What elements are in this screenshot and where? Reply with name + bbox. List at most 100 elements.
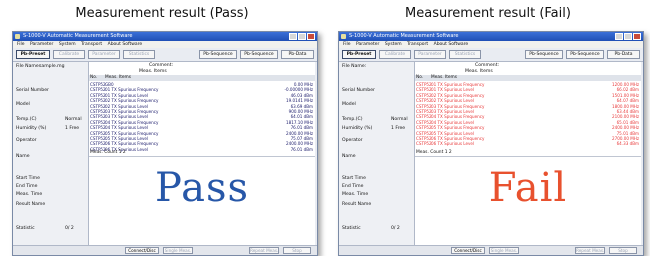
toolbar-button-sequence-2[interactable]: Pb-Sequence <box>566 50 604 59</box>
toolbar-button-sequence[interactable]: Pb-Sequence <box>199 50 237 59</box>
end-time-label: End Time <box>16 184 38 189</box>
maximize-button[interactable] <box>298 33 306 40</box>
statistic-value: 0/ 2 <box>391 226 400 231</box>
temp-label: Temp.(C) <box>16 117 37 122</box>
row-val: 76.01 dBm <box>290 146 313 152</box>
info-panel: File Name: sample.mg Serial Number Model… <box>13 62 89 246</box>
result-display: Fail <box>415 156 641 236</box>
toolbar-button-sequence-2[interactable]: Pb-Sequence <box>240 50 278 59</box>
maximize-button[interactable] <box>624 33 632 40</box>
comment-label: Comment: <box>149 63 174 68</box>
meas-items-label: Meas. Items <box>465 69 493 74</box>
results-panel: Comment: Meas. Items No. Meas. Items CST… <box>89 62 315 246</box>
connect-button[interactable]: Connect/Disc <box>125 247 159 254</box>
menu-file[interactable]: File <box>17 42 25 47</box>
close-button[interactable] <box>307 33 315 40</box>
model-label: Model <box>342 102 356 107</box>
serial-label: Serial Number <box>16 88 49 93</box>
temp-value: Normal <box>391 117 408 122</box>
app-icon <box>341 34 346 39</box>
window-titlebar: S-1000-V Automatic Measurement Software <box>13 32 317 41</box>
toolbar-button-calibrate[interactable]: Calibrate <box>53 50 85 59</box>
operator-label: Operator <box>16 138 37 143</box>
bottom-bar: Connect/Disc Single Meas. Repeat Meas. S… <box>13 245 317 255</box>
menu-file[interactable]: File <box>343 42 351 47</box>
result-display: Pass <box>89 156 315 236</box>
file-name-label: File Name: <box>16 64 41 69</box>
humidity-value: 1 Free <box>391 126 406 131</box>
file-name-value: sample.mg <box>39 64 65 69</box>
stop-button[interactable]: Stop <box>283 247 311 254</box>
comment-label: Comment: <box>475 63 500 68</box>
single-meas-button[interactable]: Single Meas. <box>489 247 519 254</box>
toolbar-button-preset[interactable]: Pb-Preset <box>342 50 376 59</box>
fail-caption: Measurement result (Fail) <box>405 6 571 21</box>
menu-parameter[interactable]: Parameter <box>30 42 53 47</box>
table-header: No. Meas. Items <box>415 75 641 81</box>
humidity-value: 1 Free <box>65 126 80 131</box>
repeat-meas-button[interactable]: Repeat Meas. <box>575 247 605 254</box>
menu-about[interactable]: About Software <box>434 42 469 47</box>
repeat-meas-button[interactable]: Repeat Meas. <box>249 247 279 254</box>
menu-about[interactable]: About Software <box>108 42 143 47</box>
end-time-label: End Time <box>342 184 364 189</box>
menu-parameter[interactable]: Parameter <box>356 42 379 47</box>
toolbar-button-sequence[interactable]: Pb-Sequence <box>525 50 563 59</box>
table-row: CSTP52 06 TX Spurious Level 64.33 dBm <box>415 141 641 147</box>
single-meas-button[interactable]: Single Meas. <box>163 247 193 254</box>
minimize-button[interactable] <box>289 33 297 40</box>
toolbar-button-data[interactable]: Pb-Data <box>281 50 314 59</box>
pass-screenshot: S-1000-V Automatic Measurement Software … <box>12 31 318 256</box>
row-n: CSTP52 <box>416 141 432 147</box>
menu-system[interactable]: System <box>59 42 76 47</box>
menu-system[interactable]: System <box>385 42 402 47</box>
toolbar-button-calibrate[interactable]: Calibrate <box>379 50 411 59</box>
name-label: Name <box>342 154 356 159</box>
operator-label: Operator <box>342 138 363 143</box>
col-item: Meas. Items <box>105 75 131 80</box>
menu-transport[interactable]: Transport <box>81 42 102 47</box>
start-time-label: Start Time <box>16 176 40 181</box>
row-item: 06 TX Spurious Level <box>431 141 475 147</box>
name-label: Name <box>16 154 30 159</box>
toolbar-button-parameter[interactable]: Parameter <box>88 50 120 59</box>
toolbar: Pb-Preset Calibrate Parameter Statistics… <box>339 48 643 62</box>
bottom-bar: Connect/Disc Single Meas. Repeat Meas. S… <box>339 245 643 255</box>
statistic-value: 0/ 2 <box>65 226 74 231</box>
file-name-label: File Name: <box>342 64 367 69</box>
menu-bar: File Parameter System Transport About So… <box>339 41 643 48</box>
toolbar-button-data[interactable]: Pb-Data <box>607 50 640 59</box>
close-button[interactable] <box>633 33 641 40</box>
connect-button[interactable]: Connect/Disc <box>451 247 485 254</box>
app-icon <box>15 34 20 39</box>
menu-transport[interactable]: Transport <box>407 42 428 47</box>
temp-label: Temp.(C) <box>342 117 363 122</box>
statistic-label: Statistic <box>16 226 35 231</box>
fail-screenshot: S-1000-V Automatic Measurement Software … <box>338 31 644 256</box>
toolbar-button-parameter[interactable]: Parameter <box>414 50 446 59</box>
toolbar: Pb-Preset Calibrate Parameter Statistics… <box>13 48 317 62</box>
model-label: Model <box>16 102 30 107</box>
col-no: No. <box>90 75 98 80</box>
results-panel: Comment: Meas. Items No. Meas. Items CST… <box>415 62 641 246</box>
row-val: 64.33 dBm <box>616 141 639 147</box>
serial-label: Serial Number <box>342 88 375 93</box>
toolbar-button-statistics[interactable]: Statistics <box>449 50 481 59</box>
minimize-button[interactable] <box>615 33 623 40</box>
window-title: S-1000-V Automatic Measurement Software <box>349 33 459 39</box>
toolbar-button-statistics[interactable]: Statistics <box>123 50 155 59</box>
result-name-label: Result Name <box>342 202 372 207</box>
pass-result-text: Pass <box>154 165 250 211</box>
meas-items-label: Meas. Items <box>139 69 167 74</box>
meas-count: Meas. Count 1 2 <box>416 150 452 155</box>
meas-time-label: Meas. Time <box>16 192 43 197</box>
col-no: No. <box>416 75 424 80</box>
fail-result-text: Fail <box>488 165 568 211</box>
result-name-label: Result Name <box>16 202 46 207</box>
menu-bar: File Parameter System Transport About So… <box>13 41 317 48</box>
window-title: S-1000-V Automatic Measurement Software <box>23 33 133 39</box>
toolbar-button-preset[interactable]: Pb-Preset <box>16 50 50 59</box>
stop-button[interactable]: Stop <box>609 247 637 254</box>
pass-caption: Measurement result (Pass) <box>75 6 249 21</box>
col-item: Meas. Items <box>431 75 457 80</box>
